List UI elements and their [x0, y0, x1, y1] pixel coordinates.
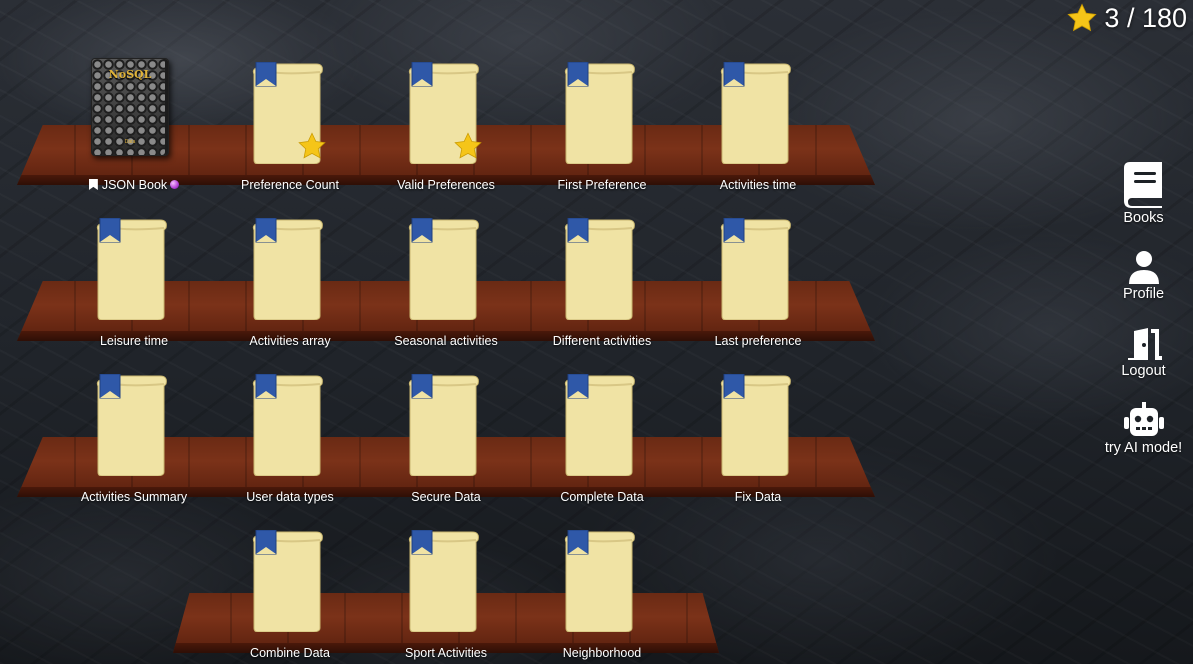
nav-logout-label: Logout: [1121, 363, 1166, 379]
item-label: First Preference: [557, 178, 647, 192]
lesson-combine-data[interactable]: Combine Data: [215, 530, 365, 664]
score-counter: 3 / 180: [1066, 2, 1187, 34]
lesson-valid-preferences[interactable]: Valid Preferences: [371, 62, 521, 202]
item-label: Last preference: [714, 334, 802, 348]
lesson-leisure-time[interactable]: Leisure time: [59, 218, 209, 358]
lesson-last-preference[interactable]: Last preference: [683, 218, 833, 358]
item-label: Activities array: [249, 334, 331, 348]
scroll-icon: [720, 218, 792, 320]
lesson-preference-count[interactable]: Preference Count: [215, 62, 365, 202]
door-exit-icon: [1127, 328, 1162, 360]
book-cover-footer: Data: [124, 139, 136, 145]
item-label: Preference Count: [241, 178, 339, 192]
star-icon: [298, 132, 326, 159]
star-icon: [1067, 3, 1098, 32]
lesson-complete-data[interactable]: Complete Data: [527, 374, 677, 514]
json-book-text: JSON Book: [101, 178, 168, 192]
nav-profile-label: Profile: [1122, 286, 1165, 302]
scroll-icon: [564, 62, 636, 164]
lesson-activities-summary[interactable]: Activities Summary: [59, 374, 209, 514]
scroll-icon: [96, 218, 168, 320]
lesson-secure-data[interactable]: Secure Data: [371, 374, 521, 514]
nav-ai-mode[interactable]: try AI mode!: [1094, 402, 1193, 456]
json-book[interactable]: NoSQL Data JSON Book: [59, 58, 209, 202]
score-text: 3 / 180: [1104, 2, 1187, 33]
scroll-icon: [408, 530, 480, 632]
item-label: User data types: [246, 490, 334, 504]
scroll-icon: [564, 530, 636, 632]
scroll-icon: [720, 62, 792, 164]
item-label: Secure Data: [411, 490, 481, 504]
bookmark-icon: [88, 179, 98, 190]
lesson-activities-time[interactable]: Activities time: [683, 62, 833, 202]
item-label: Fix Data: [734, 490, 782, 504]
item-label: Neighborhood: [562, 646, 642, 660]
item-label: Activities Summary: [80, 490, 188, 504]
book-cover-title: NoSQL: [108, 68, 152, 81]
item-label: Sport Activities: [405, 646, 487, 660]
item-label: Valid Preferences: [397, 178, 495, 192]
item-label: Activities time: [719, 178, 797, 192]
nav-books-label: Books: [1123, 210, 1164, 226]
scroll-icon: [408, 374, 480, 476]
json-book-label: JSON Book: [49, 178, 219, 192]
item-label: Complete Data: [560, 490, 644, 504]
item-label: Combine Data: [250, 646, 330, 660]
lesson-sport-activities[interactable]: Sport Activities: [371, 530, 521, 664]
item-label: Different activities: [552, 334, 652, 348]
lesson-activities-array[interactable]: Activities array: [215, 218, 365, 358]
scroll-icon: [96, 374, 168, 476]
user-icon: [1128, 251, 1159, 284]
nav-books[interactable]: Books: [1094, 160, 1193, 226]
lesson-first-preference[interactable]: First Preference: [527, 62, 677, 202]
nosql-book-cover: NoSQL Data: [91, 58, 169, 156]
scroll-icon: [252, 530, 324, 632]
nav-logout[interactable]: Logout: [1094, 327, 1193, 379]
item-label: Seasonal activities: [394, 334, 498, 348]
scroll-icon: [408, 218, 480, 320]
scroll-icon: [564, 374, 636, 476]
robot-icon: [1123, 402, 1164, 436]
lesson-seasonal-activities[interactable]: Seasonal activities: [371, 218, 521, 358]
scroll-icon: [564, 218, 636, 320]
lesson-different-activities[interactable]: Different activities: [527, 218, 677, 358]
book-icon: [1123, 162, 1162, 208]
lesson-neighborhood[interactable]: Neighborhood: [527, 530, 677, 664]
crystal-ball-icon: [170, 180, 180, 189]
lesson-fix-data[interactable]: Fix Data: [683, 374, 833, 514]
scroll-icon: [252, 218, 324, 320]
scroll-icon: [720, 374, 792, 476]
nav-profile[interactable]: Profile: [1094, 250, 1193, 302]
item-label: Leisure time: [99, 334, 169, 348]
star-icon: [454, 132, 482, 159]
nav-ai-mode-label: try AI mode!: [1104, 440, 1183, 456]
scroll-icon: [252, 374, 324, 476]
lesson-user-data-types[interactable]: User data types: [215, 374, 365, 514]
